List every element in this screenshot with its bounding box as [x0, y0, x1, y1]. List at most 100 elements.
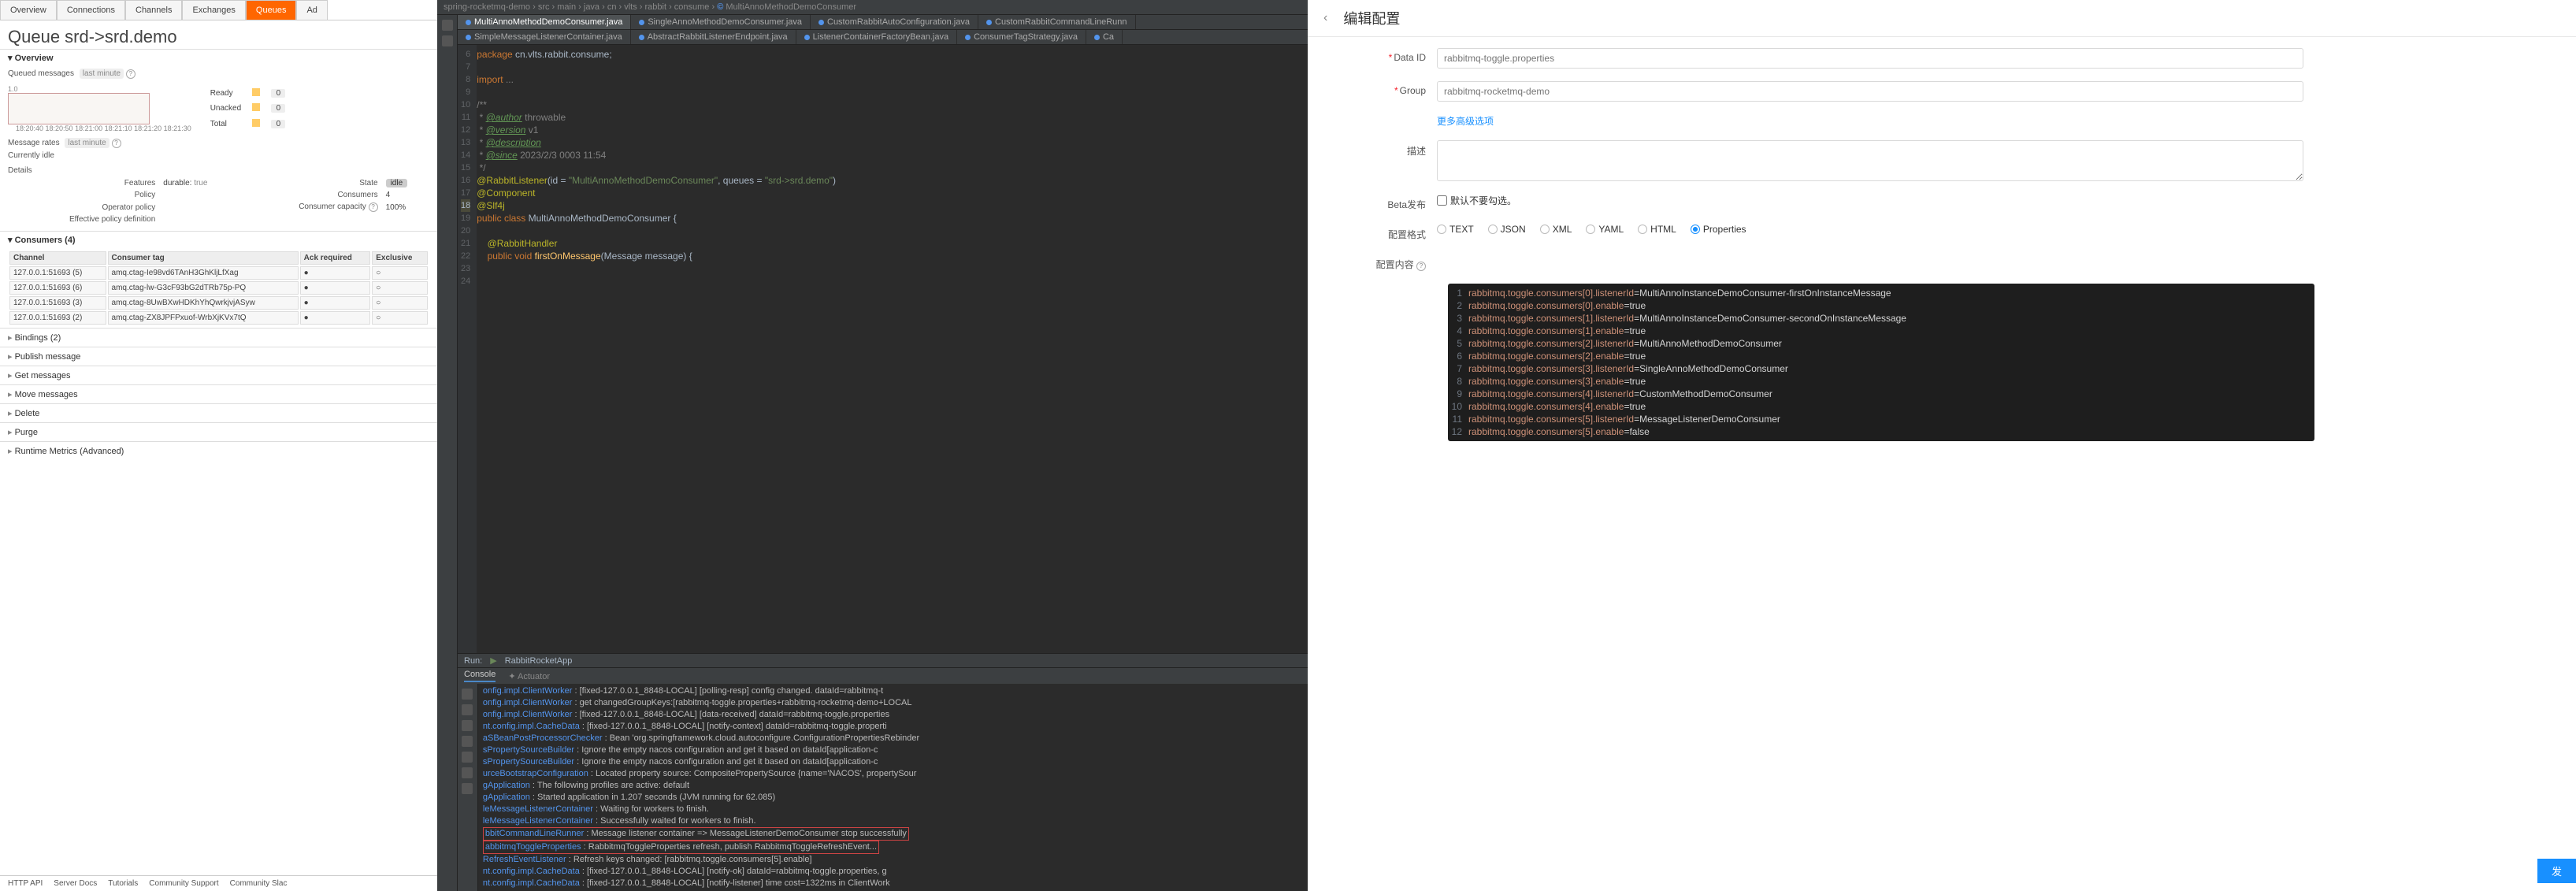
action-delete[interactable]: Delete	[0, 403, 437, 422]
help-icon[interactable]: ?	[1416, 262, 1426, 271]
table-row[interactable]: 127.0.0.1:51693 (2)amq.ctag-ZX8JPFPxuof-…	[9, 311, 428, 325]
console-tab[interactable]: Console	[464, 670, 496, 682]
format-radios: TEXT JSON XML YAML HTML Properties	[1437, 224, 1746, 235]
rmq-tab-channels[interactable]: Channels	[125, 0, 182, 20]
run-label: Run:	[464, 656, 482, 666]
rmq-tab-overview[interactable]: Overview	[0, 0, 57, 20]
queued-messages-chart	[8, 93, 150, 124]
consumers-header[interactable]: ▾ Consumers (4)	[8, 235, 429, 245]
rmq-tab-queues[interactable]: Queues	[246, 0, 297, 20]
run-toolbar: Run: ▶ RabbitRocketApp	[458, 653, 1308, 667]
editor-tab[interactable]: Ca	[1086, 30, 1123, 44]
nacos-title: 编辑配置	[1343, 8, 1400, 28]
editor-tab[interactable]: MultiAnnoMethodDemoConsumer.java	[458, 15, 631, 29]
group-input[interactable]	[1437, 81, 2303, 102]
code-editor[interactable]: package cn.vlts.rabbit.consume; import .…	[477, 45, 836, 653]
col-ack[interactable]: Ack required	[300, 251, 371, 265]
help-icon[interactable]: ?	[112, 139, 121, 148]
wrap-icon[interactable]	[462, 752, 473, 763]
table-row[interactable]: 127.0.0.1:51693 (6)amq.ctag-lw-G3cF93bG2…	[9, 281, 428, 295]
console-output[interactable]: onfig.impl.ClientWorker : [fixed-127.0.0…	[478, 684, 1308, 891]
line-gutter: 6789101112131415161718192021222324	[458, 45, 477, 653]
breadcrumb[interactable]: spring-rocketmq-demo › src › main › java…	[437, 0, 1308, 15]
overview-header[interactable]: ▾ Overview	[8, 53, 429, 63]
col-exclusive[interactable]: Exclusive	[372, 251, 428, 265]
chart-x-axis: 18:20:40 18:20:50 18:21:00 18:21:10 18:2…	[8, 124, 199, 132]
group-label: Group	[1400, 85, 1426, 96]
rabbitmq-panel: OverviewConnectionsChannelsExchangesQueu…	[0, 0, 437, 891]
col-tag[interactable]: Consumer tag	[108, 251, 299, 265]
action-get-messages[interactable]: Get messages	[0, 366, 437, 384]
editor-tabs-row1: MultiAnnoMethodDemoConsumer.javaSingleAn…	[458, 15, 1308, 30]
dataid-input[interactable]	[1437, 48, 2303, 69]
beta-checkbox[interactable]: 默认不要勾选。	[1437, 194, 1516, 207]
ide-tool-strip	[437, 15, 458, 891]
editor-tabs-row2: SimpleMessageListenerContainer.javaAbstr…	[458, 30, 1308, 45]
table-row[interactable]: 127.0.0.1:51693 (5)amq.ctag-Ie98vd6TAnH3…	[9, 266, 428, 280]
footer-link[interactable]: Community Slac	[230, 879, 288, 888]
help-icon[interactable]: ?	[126, 69, 135, 79]
table-row[interactable]: 127.0.0.1:51693 (3)amq.ctag-8UwBXwHDKhYh…	[9, 296, 428, 310]
action-publish-message[interactable]: Publish message	[0, 347, 437, 366]
rmq-tab-ad[interactable]: Ad	[296, 0, 327, 20]
structure-icon[interactable]	[442, 35, 453, 46]
down-icon[interactable]	[462, 720, 473, 731]
editor-tab[interactable]: SimpleMessageListenerContainer.java	[458, 30, 631, 44]
idle-text: Currently idle	[0, 151, 437, 165]
format-label: 配置格式	[1334, 224, 1437, 241]
editor-tab[interactable]: ListenerContainerFactoryBean.java	[796, 30, 957, 44]
editor-tab[interactable]: CustomRabbitAutoConfiguration.java	[811, 15, 978, 29]
action-move-messages[interactable]: Move messages	[0, 384, 437, 403]
action-runtime-metrics-advanced-[interactable]: Runtime Metrics (Advanced)	[0, 441, 437, 460]
footer-link[interactable]: Server Docs	[54, 879, 97, 888]
format-radio-properties[interactable]: Properties	[1691, 224, 1746, 235]
format-radio-text[interactable]: TEXT	[1437, 224, 1474, 235]
config-code-editor[interactable]: 1rabbitmq.toggle.consumers[0].listenerId…	[1448, 284, 2314, 441]
format-radio-xml[interactable]: XML	[1540, 224, 1572, 235]
footer-link[interactable]: HTTP API	[8, 879, 43, 888]
rmq-tab-exchanges[interactable]: Exchanges	[182, 0, 245, 20]
up-icon[interactable]	[462, 736, 473, 747]
rmq-footer: HTTP API Server Docs Tutorials Community Su…	[0, 875, 437, 891]
desc-textarea[interactable]	[1437, 140, 2303, 181]
action-purge[interactable]: Purge	[0, 422, 437, 441]
editor-tab[interactable]: SingleAnnoMethodDemoConsumer.java	[631, 15, 811, 29]
rmq-tab-connections[interactable]: Connections	[57, 0, 125, 20]
dataid-label: Data ID	[1394, 52, 1426, 63]
stop-icon[interactable]	[462, 704, 473, 715]
ide-panel: spring-rocketmq-demo › src › main › java…	[437, 0, 1308, 891]
format-radio-html[interactable]: HTML	[1638, 224, 1676, 235]
more-options-link[interactable]: 更多高级选项	[1437, 114, 1494, 128]
run-config-name[interactable]: RabbitRocketApp	[505, 656, 573, 666]
editor-tab[interactable]: ConsumerTagStrategy.java	[957, 30, 1086, 44]
details-table: Featuresdurable: true Stateidle Policy C…	[0, 176, 437, 231]
console-tool-strip	[458, 684, 478, 891]
action-bindings-[interactable]: Bindings (2)	[0, 328, 437, 347]
queue-title: Queue srd->srd.demo	[0, 20, 437, 49]
nacos-panel: ‹ 编辑配置 *Data ID *Group 更多高级选项 描述 Beta发布 …	[1308, 0, 2576, 891]
back-icon[interactable]: ‹	[1323, 11, 1327, 25]
beta-label: Beta发布	[1334, 194, 1437, 211]
trash-icon[interactable]	[462, 783, 473, 794]
desc-label: 描述	[1334, 140, 1437, 158]
consumers-table: Channel Consumer tag Ack required Exclus…	[8, 250, 429, 326]
editor-tab[interactable]: CustomRabbitCommandLineRunn	[978, 15, 1136, 29]
publish-button[interactable]: 发	[2537, 859, 2576, 883]
rerun-icon[interactable]	[462, 689, 473, 700]
chart-legend: Ready0 Unacked0 Total0	[204, 85, 291, 132]
message-rates-label: Message rates last minute ?	[0, 136, 437, 151]
editor-tab[interactable]: AbstractRabbitListenerEndpoint.java	[631, 30, 796, 44]
footer-link[interactable]: Tutorials	[108, 879, 138, 888]
queued-messages-label: Queued messages last minute ?	[0, 66, 437, 82]
footer-link[interactable]: Community Support	[149, 879, 218, 888]
print-icon[interactable]	[462, 767, 473, 778]
format-radio-yaml[interactable]: YAML	[1586, 224, 1624, 235]
content-label: 配置内容	[1376, 259, 1414, 270]
chart-y-label: 1.0	[8, 85, 199, 93]
rmq-nav-tabs: OverviewConnectionsChannelsExchangesQueu…	[0, 0, 437, 20]
details-label: Details	[0, 165, 437, 176]
actuator-tab[interactable]: Actuator	[518, 672, 550, 681]
project-icon[interactable]	[442, 20, 453, 31]
col-channel[interactable]: Channel	[9, 251, 106, 265]
format-radio-json[interactable]: JSON	[1488, 224, 1526, 235]
